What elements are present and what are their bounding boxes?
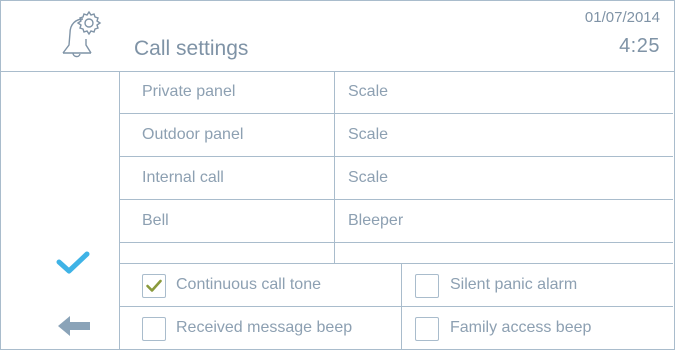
setting-label: Bell [142,212,169,229]
setting-row-private-panel[interactable]: Private panel Scale [120,71,673,114]
page-title: Call settings [134,37,249,60]
column-divider [334,200,335,242]
column-divider [334,243,335,263]
checkmark-icon [146,279,162,292]
column-divider [334,157,335,199]
received-message-beep-label: Received message beep [176,319,353,336]
column-divider [334,71,335,113]
setting-value[interactable]: Scale [348,114,388,156]
options-row: Received message beep Family access beep [120,307,673,349]
setting-row-bell[interactable]: Bell Bleeper [120,200,673,243]
column-divider [401,264,402,306]
column-divider [401,307,402,349]
setting-row-empty [120,243,673,264]
setting-label: Outdoor panel [142,126,244,143]
column-divider [334,114,335,156]
family-access-beep-label: Family access beep [450,319,592,336]
silent-panic-alarm-checkbox[interactable] [415,274,439,298]
setting-value[interactable]: Scale [348,71,388,113]
family-access-beep-checkbox[interactable] [415,317,439,341]
setting-label: Private panel [142,83,236,100]
setting-label: Internal call [142,169,224,186]
setting-row-internal-call[interactable]: Internal call Scale [120,157,673,200]
header: Call settings 01/07/2014 4:25 [1,1,674,72]
time-display: 4:25 [619,35,660,57]
setting-value[interactable]: Scale [348,157,388,199]
options-grid: Continuous call tone Silent panic alarm … [120,264,673,349]
silent-panic-alarm-label: Silent panic alarm [450,276,578,293]
settings-table: Private panel Scale Outdoor panel Scale … [120,71,673,264]
setting-row-outdoor-panel[interactable]: Outdoor panel Scale [120,114,673,157]
continuous-call-tone-label: Continuous call tone [176,276,321,293]
back-arrow-icon[interactable] [56,314,92,338]
received-message-beep-checkbox[interactable] [142,317,166,341]
bell-settings-icon [62,10,102,58]
date-display: 01/07/2014 [584,9,660,26]
checkmark-icon[interactable] [56,250,90,276]
options-row: Continuous call tone Silent panic alarm [120,264,673,307]
continuous-call-tone-checkbox[interactable] [142,274,166,298]
setting-value[interactable]: Bleeper [348,200,403,242]
